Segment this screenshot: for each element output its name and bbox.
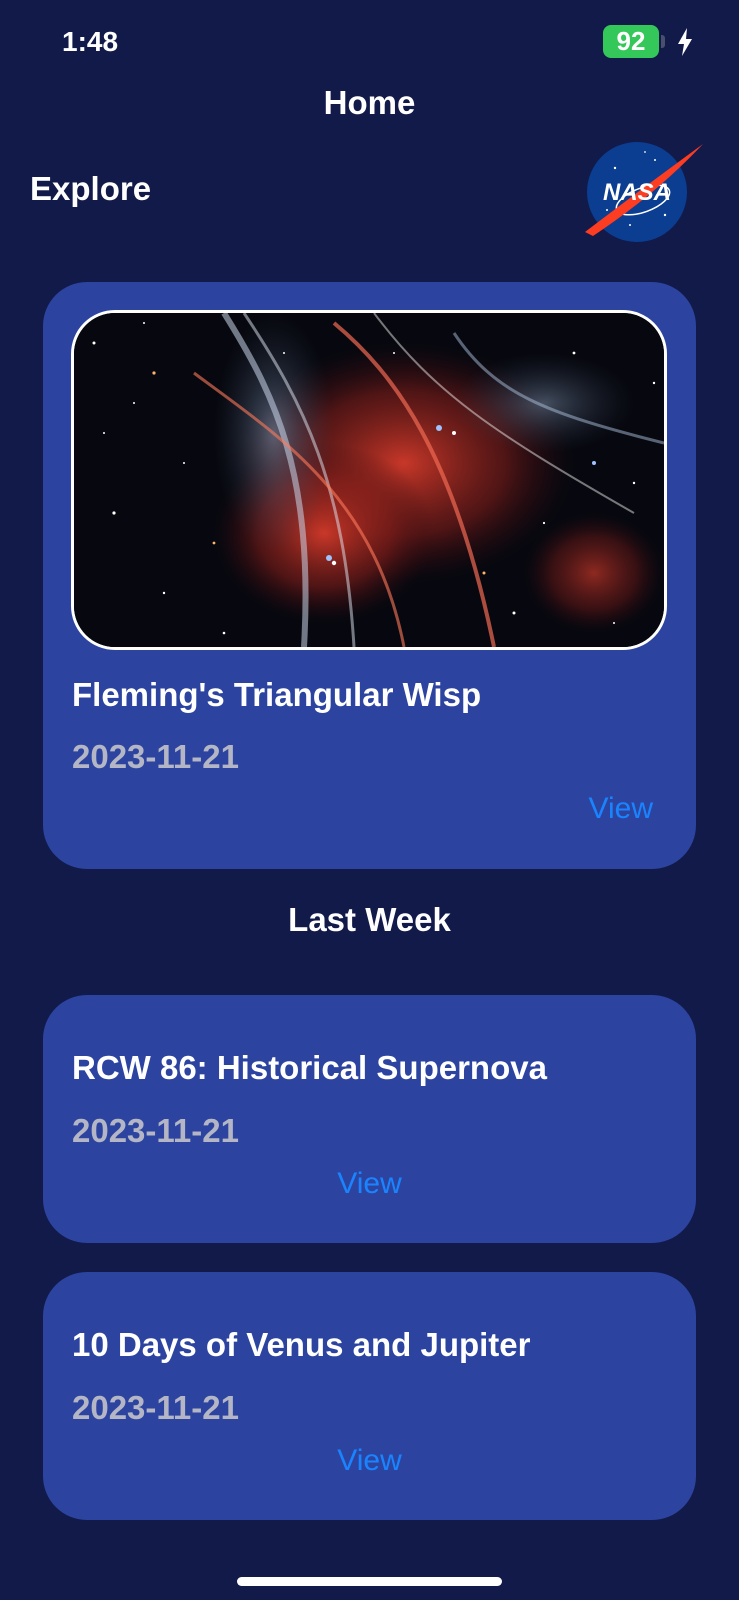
featured-card[interactable]: Fleming's Triangular Wisp 2023-11-21 Vie… — [43, 282, 696, 869]
list-item[interactable]: 10 Days of Venus and Jupiter 2023-11-21 … — [43, 1272, 696, 1520]
battery-tip — [661, 35, 665, 48]
featured-title: Fleming's Triangular Wisp — [72, 676, 482, 713]
featured-date: 2023-11-21 — [72, 738, 239, 775]
nasa-logo-icon: NASA — [585, 142, 703, 242]
battery-indicator: 92 — [603, 25, 659, 58]
item-title: RCW 86: Historical Supernova — [72, 1049, 547, 1086]
item-view-button[interactable]: View — [43, 1444, 696, 1478]
item-title: 10 Days of Venus and Jupiter — [72, 1326, 531, 1363]
nav-title: Home — [323, 84, 416, 121]
status-time: 1:48 — [62, 26, 119, 57]
bolt-icon — [678, 28, 692, 56]
nasa-logo-text: NASA — [603, 179, 671, 206]
explore-title: Explore — [30, 170, 152, 207]
item-view-button[interactable]: View — [43, 1167, 696, 1201]
status-bar: 1:48 92 — [0, 0, 739, 88]
nebula-photo-icon — [74, 313, 664, 647]
last-week-title: Last Week — [288, 901, 451, 938]
featured-view-button[interactable]: View — [589, 792, 653, 826]
item-date: 2023-11-21 — [72, 1389, 239, 1426]
home-indicator[interactable] — [237, 1577, 502, 1586]
list-item[interactable]: RCW 86: Historical Supernova 2023-11-21 … — [43, 995, 696, 1243]
featured-image[interactable] — [71, 310, 667, 650]
item-date: 2023-11-21 — [72, 1112, 239, 1149]
